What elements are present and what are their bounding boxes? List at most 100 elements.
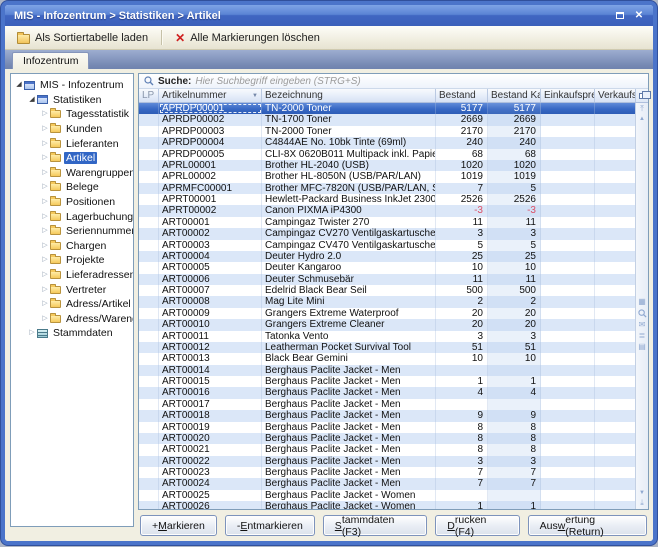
- table-row[interactable]: APRL00002Brother HL-8050N (USB/PAR/LAN)1…: [139, 171, 635, 182]
- tree-item-artikel[interactable]: ▷Artikel: [12, 151, 132, 166]
- button-auswertung-return[interactable]: Auswertung (Return): [528, 515, 647, 536]
- table-row[interactable]: ART00008Mag Lite Mini22: [139, 296, 635, 307]
- scroll-bottom-icon[interactable]: ⤓: [640, 499, 644, 507]
- table-row[interactable]: APRL00001Brother HL-2040 (USB)10201020: [139, 160, 635, 171]
- restore-button[interactable]: [612, 9, 628, 23]
- table-row[interactable]: ART00006Deuter Schmusebär1111: [139, 274, 635, 285]
- column-chooser-button[interactable]: [635, 89, 648, 102]
- expand-arrow-icon[interactable]: ▷: [27, 328, 37, 338]
- table-row[interactable]: ART00018Berghaus Paclite Jacket - Men99: [139, 410, 635, 421]
- tree-item-mis-infozentrum[interactable]: ◢MIS - Infozentrum: [12, 78, 132, 93]
- tree-item-adress-warengruppen[interactable]: ▷Adress/Warengruppen: [12, 312, 132, 327]
- header-cell-einkaufspreis[interactable]: Einkaufspreis: [541, 89, 595, 102]
- grid-view-icon[interactable]: ▦: [638, 298, 646, 306]
- button-drucken-f4[interactable]: Drucken (F4): [435, 515, 519, 536]
- zoom-icon[interactable]: [638, 309, 647, 318]
- tree-item-vertreter[interactable]: ▷Vertreter: [12, 282, 132, 297]
- expand-arrow-icon[interactable]: ▷: [40, 212, 50, 222]
- tree-item-projekte[interactable]: ▷Projekte: [12, 253, 132, 268]
- tree-item-adress-artikel[interactable]: ▷Adress/Artikel: [12, 297, 132, 312]
- table-row[interactable]: ART00003Campingaz CV470 Ventilgaskartusc…: [139, 240, 635, 251]
- list-icon[interactable]: ≣: [639, 332, 646, 340]
- tree-item-chargen[interactable]: ▷Chargen: [12, 239, 132, 254]
- expand-arrow-icon[interactable]: ▷: [40, 285, 50, 295]
- scroll-down-icon[interactable]: ▼: [639, 490, 645, 496]
- scroll-up-icon[interactable]: ▲: [639, 116, 645, 122]
- expand-arrow-icon[interactable]: ▷: [40, 299, 50, 309]
- tree-item-seriennummern[interactable]: ▷Seriennummern: [12, 224, 132, 239]
- table-row[interactable]: ART00001Campingaz Twister 2701111: [139, 217, 635, 228]
- tree-item-positionen[interactable]: ▷Positionen: [12, 195, 132, 210]
- button-stammdaten-f3[interactable]: Stammdaten (F3): [323, 515, 427, 536]
- table-row[interactable]: ART00007Edelrid Black Bear Seil500500: [139, 285, 635, 296]
- table-row[interactable]: ART00023Berghaus Paclite Jacket - Men77: [139, 467, 635, 478]
- table-row[interactable]: ART00014Berghaus Paclite Jacket - Men: [139, 365, 635, 376]
- table-row[interactable]: ART00020Berghaus Paclite Jacket - Men88: [139, 433, 635, 444]
- tree-item-tagesstatistik[interactable]: ▷Tagesstatistik: [12, 107, 132, 122]
- table-row[interactable]: ART00026Berghaus Paclite Jacket - Women1…: [139, 501, 635, 509]
- table-row[interactable]: ART00011Tatonka Vento33: [139, 331, 635, 342]
- tab-infozentrum[interactable]: Infozentrum: [12, 52, 89, 69]
- table-row[interactable]: ART00013Black Bear Gemini1010: [139, 353, 635, 364]
- table-row[interactable]: ART00010Grangers Extreme Cleaner2020: [139, 319, 635, 330]
- table-row[interactable]: APRT00002Canon PIXMA iP4300-3-3: [139, 205, 635, 216]
- header-cell-verkaufspreis[interactable]: Verkaufspreis: [595, 89, 635, 102]
- table-row[interactable]: ART00022Berghaus Paclite Jacket - Men33: [139, 456, 635, 467]
- table-row[interactable]: ART00024Berghaus Paclite Jacket - Men77: [139, 478, 635, 489]
- load-sort-table-button[interactable]: Als Sortiertabelle laden: [12, 30, 153, 46]
- table-row[interactable]: APRDP00004C4844AE No. 10bk Tinte (69ml)2…: [139, 137, 635, 148]
- table-row[interactable]: ART00021Berghaus Paclite Jacket - Men88: [139, 444, 635, 455]
- table-row[interactable]: ART00019Berghaus Paclite Jacket - Men88: [139, 422, 635, 433]
- collapse-arrow-icon[interactable]: ◢: [14, 80, 24, 90]
- tree-item-kunden[interactable]: ▷Kunden: [12, 122, 132, 137]
- table-row[interactable]: ART00004Deuter Hydro 2.02525: [139, 251, 635, 262]
- scroll-top-icon[interactable]: ⤒: [640, 105, 644, 113]
- header-cell-bezeichnung[interactable]: Bezeichnung: [262, 89, 436, 102]
- tree-item-warengruppen[interactable]: ▷Warengruppen: [12, 166, 132, 181]
- button-entmarkieren[interactable]: - Entmarkieren: [225, 515, 315, 536]
- email-icon[interactable]: ✉: [639, 321, 646, 329]
- expand-arrow-icon[interactable]: ▷: [40, 168, 50, 178]
- table-row[interactable]: ART00017Berghaus Paclite Jacket - Men: [139, 399, 635, 410]
- expand-arrow-icon[interactable]: ▷: [40, 241, 50, 251]
- table-row[interactable]: ART00016Berghaus Paclite Jacket - Men44: [139, 387, 635, 398]
- table-row[interactable]: ART00012Leatherman Pocket Survival Tool5…: [139, 342, 635, 353]
- table-row[interactable]: ART00015Berghaus Paclite Jacket - Men11: [139, 376, 635, 387]
- table-row[interactable]: ART00002Campingaz CV270 Ventilgaskartusc…: [139, 228, 635, 239]
- expand-arrow-icon[interactable]: ▷: [40, 182, 50, 192]
- expand-arrow-icon[interactable]: ▷: [40, 153, 50, 163]
- tree-item-lieferadressen[interactable]: ▷Lieferadressen: [12, 268, 132, 283]
- header-cell-bestand[interactable]: Bestand: [436, 89, 488, 102]
- expand-arrow-icon[interactable]: ▷: [40, 109, 50, 119]
- collapse-arrow-icon[interactable]: ◢: [27, 95, 37, 105]
- header-cell-artikelnummer[interactable]: Artikelnummer▼: [159, 89, 262, 102]
- expand-arrow-icon[interactable]: ▷: [40, 314, 50, 324]
- close-button[interactable]: ✕: [631, 9, 647, 23]
- expand-arrow-icon[interactable]: ▷: [40, 139, 50, 149]
- table-row[interactable]: APRDP00005CLI-8X 0620B011 Multipack inkl…: [139, 149, 635, 160]
- table-row[interactable]: APRDP00002TN-1700 Toner26692669: [139, 114, 635, 125]
- tree-item-lagerbuchungen[interactable]: ▷Lagerbuchungen: [12, 209, 132, 224]
- header-cell-bestand-kalk[interactable]: Bestand Kalk.: [488, 89, 541, 102]
- search-input[interactable]: Suche: Hier Suchbegriff eingeben (STRG+S…: [139, 74, 648, 89]
- tree-item-lieferanten[interactable]: ▷Lieferanten: [12, 136, 132, 151]
- table-row[interactable]: APRMFC00001Brother MFC-7820N (USB/PAR/LA…: [139, 183, 635, 194]
- table-row[interactable]: APRDP00001TN-2000 Toner51775177: [139, 103, 635, 114]
- tree-item-belege[interactable]: ▷Belege: [12, 180, 132, 195]
- expand-arrow-icon[interactable]: ▷: [40, 226, 50, 236]
- expand-arrow-icon[interactable]: ▷: [40, 255, 50, 265]
- table-row[interactable]: ART00009Grangers Extreme Waterproof2020: [139, 308, 635, 319]
- tree-item-statistiken[interactable]: ◢Statistiken: [12, 93, 132, 108]
- tree-item-stammdaten[interactable]: ▷Stammdaten: [12, 326, 132, 341]
- table-row[interactable]: ART00025Berghaus Paclite Jacket - Women: [139, 490, 635, 501]
- table-row[interactable]: APRT00001Hewlett-Packard Business InkJet…: [139, 194, 635, 205]
- expand-arrow-icon[interactable]: ▷: [40, 124, 50, 134]
- table-row[interactable]: APRDP00003TN-2000 Toner21702170: [139, 126, 635, 137]
- clear-marks-button[interactable]: ✕ Alle Markierungen löschen: [170, 30, 325, 46]
- details-icon[interactable]: ▤: [638, 343, 646, 351]
- expand-arrow-icon[interactable]: ▷: [40, 197, 50, 207]
- header-cell-lp[interactable]: LP: [139, 89, 159, 102]
- expand-arrow-icon[interactable]: ▷: [40, 270, 50, 280]
- table-row[interactable]: ART00005Deuter Kangaroo1010: [139, 262, 635, 273]
- button-markieren[interactable]: + Markieren: [140, 515, 217, 536]
